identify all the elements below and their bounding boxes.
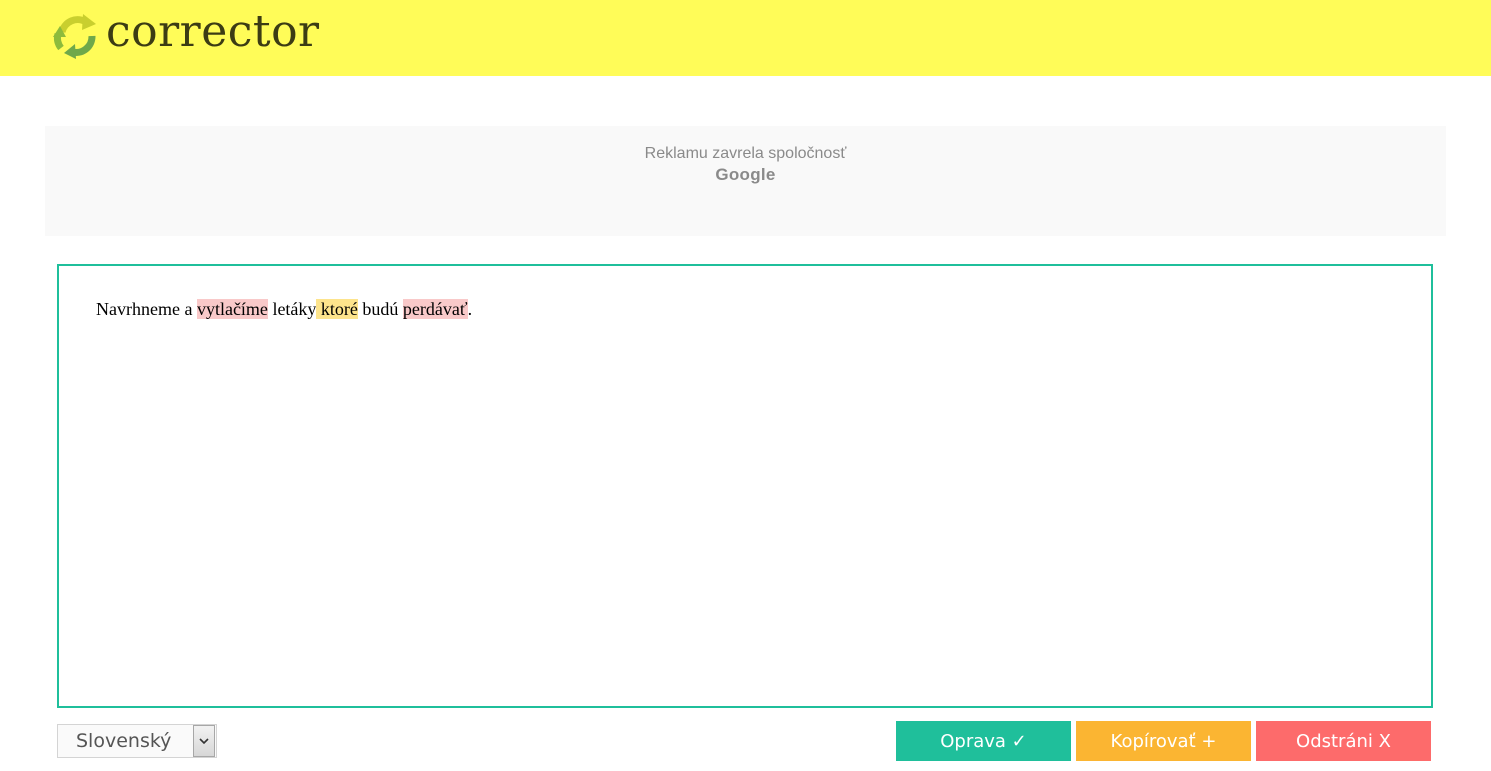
- ad-closed-message: Reklamu zavrela spoločnosť: [644, 145, 847, 162]
- text-segment: letáky: [267, 299, 317, 319]
- text-segment: budú: [357, 299, 403, 319]
- correct-button[interactable]: Oprava ✓: [896, 721, 1071, 761]
- site-header: corrector: [0, 0, 1491, 76]
- text-segment: .: [467, 299, 473, 319]
- spelling-error-highlight[interactable]: vytlačíme: [196, 299, 268, 319]
- logo-text: corrector: [106, 6, 320, 57]
- chevron-down-icon: [199, 737, 209, 744]
- recycle-arrows-icon: [53, 14, 96, 59]
- text-editor[interactable]: Navrhneme a vytlačíme letáky ktoré budú …: [57, 264, 1433, 708]
- logo-link[interactable]: corrector: [52, 6, 320, 60]
- ad-closed-banner: Reklamu zavrela spoločnosť Google: [45, 126, 1446, 236]
- language-dropdown-button[interactable]: [193, 725, 215, 757]
- spelling-error-highlight[interactable]: perdávať: [402, 299, 468, 319]
- editor-content[interactable]: Navrhneme a vytlačíme letáky ktoré budú …: [96, 298, 472, 320]
- copy-button[interactable]: Kopírovať +: [1076, 721, 1251, 761]
- language-select[interactable]: Slovenský: [57, 724, 217, 758]
- grammar-warning-highlight[interactable]: ktoré: [316, 299, 358, 319]
- remove-button[interactable]: Odstráni X: [1256, 721, 1431, 761]
- text-segment: Navrhneme a: [96, 299, 197, 319]
- language-selected-value: Slovenský: [76, 730, 172, 752]
- ad-brand-google: Google: [715, 165, 776, 184]
